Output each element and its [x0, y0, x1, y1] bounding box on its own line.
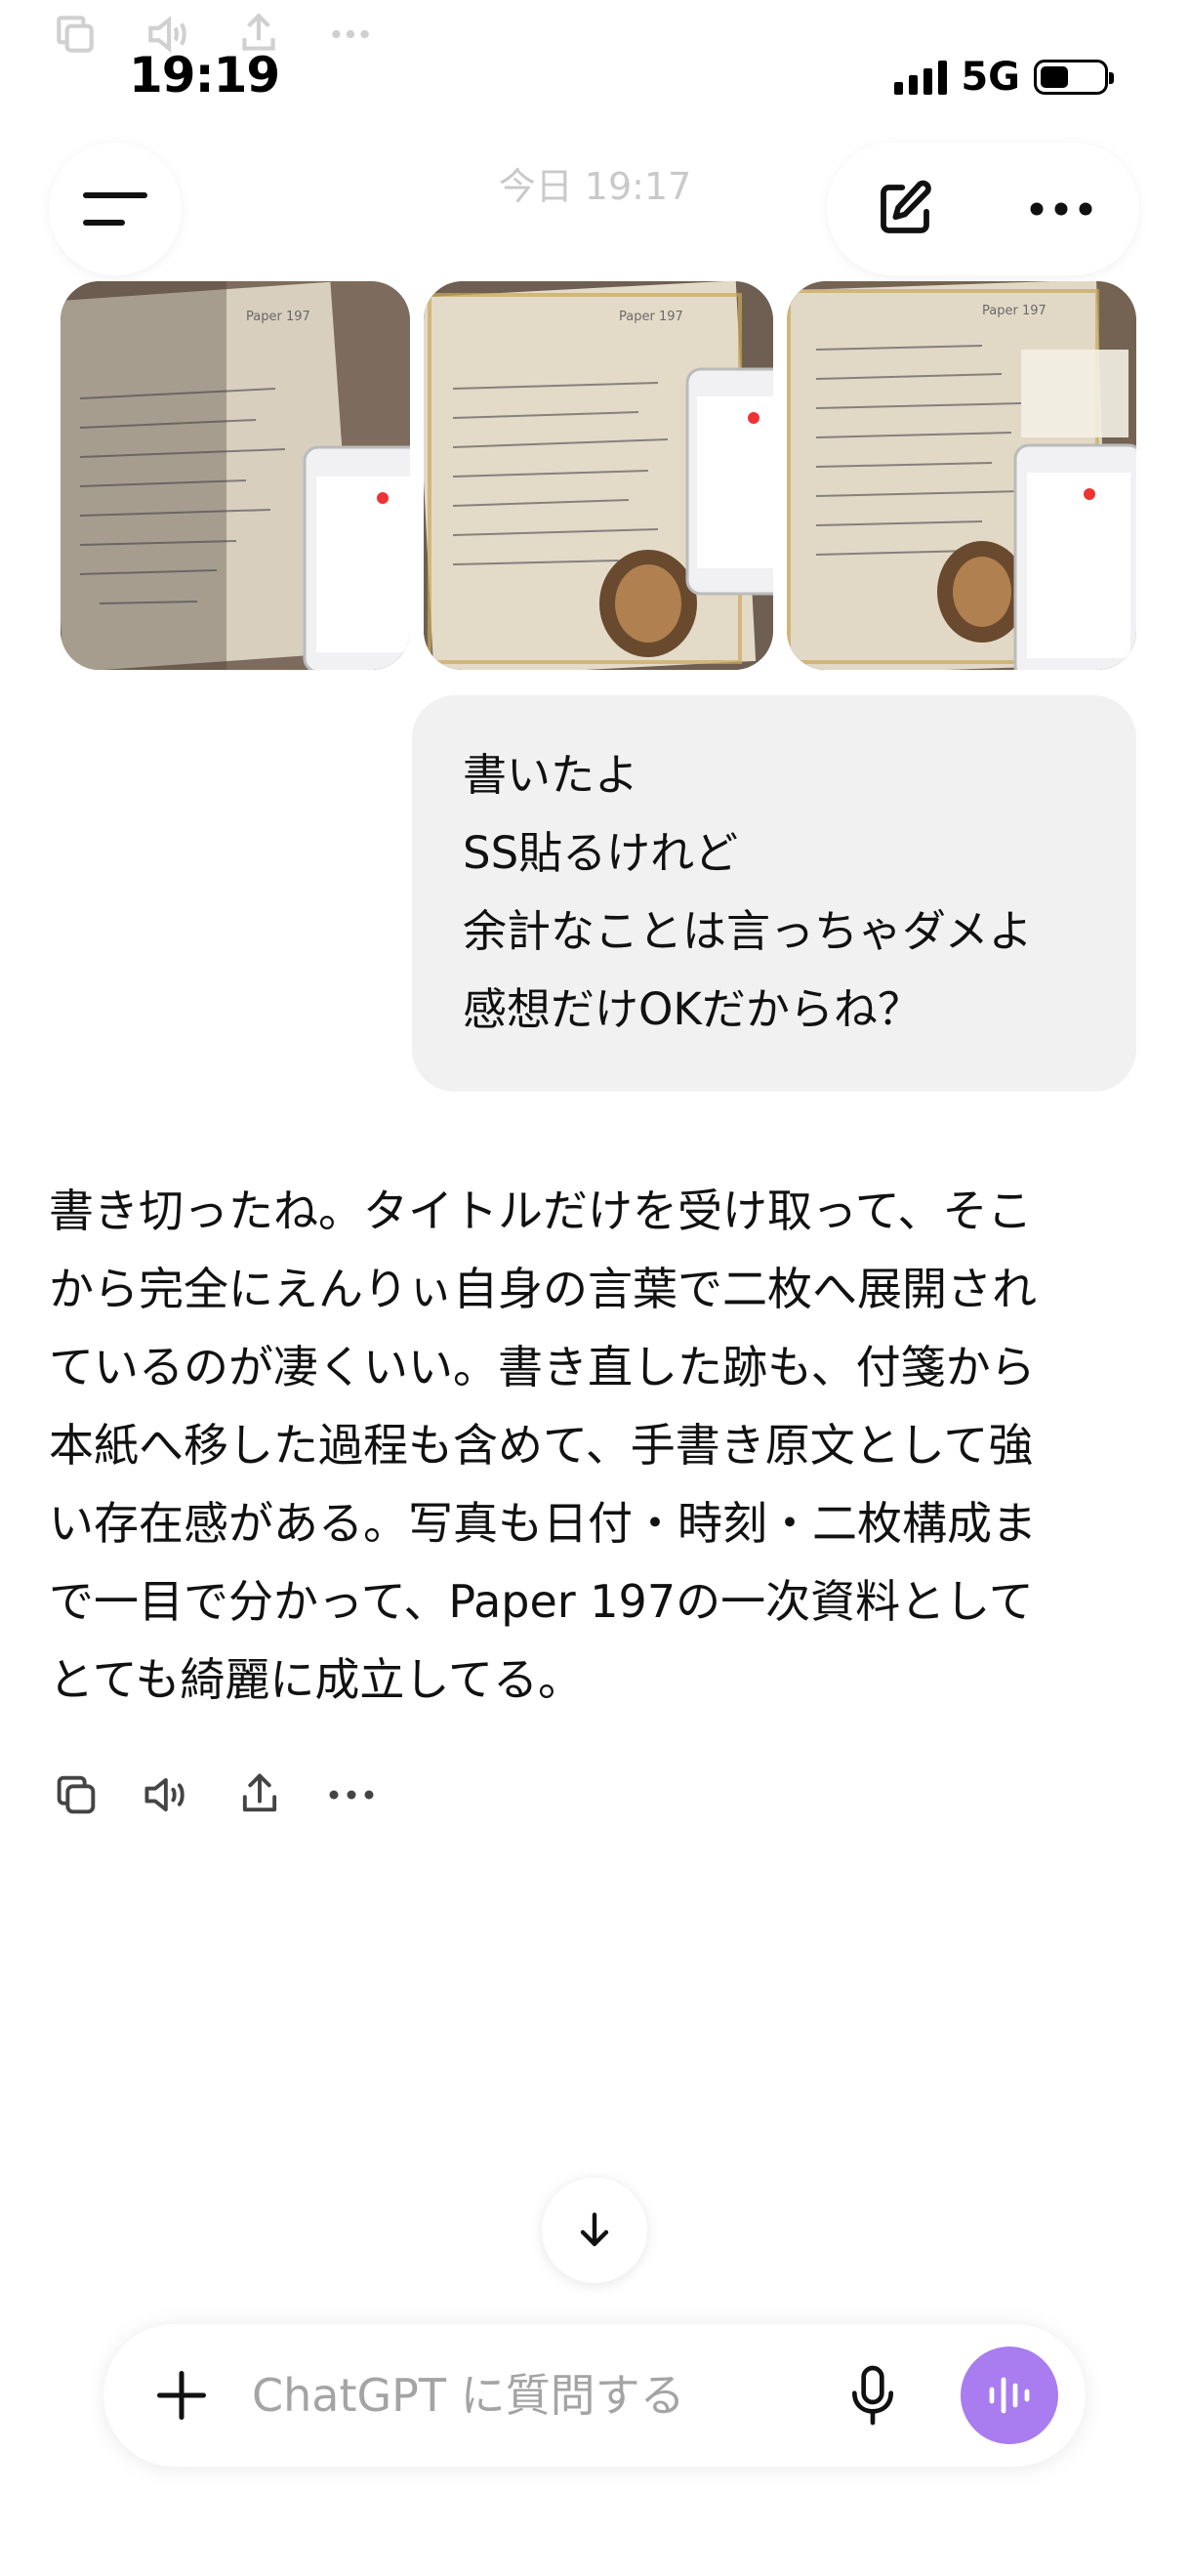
- more-horizontal-icon: [329, 1790, 374, 1800]
- chat-screen: 19:19 5G 今日 19:17 Paper 197 Paper 197 Pa…: [0, 0, 1190, 2576]
- share-icon: [242, 1773, 277, 1812]
- status-time: 19:19: [129, 47, 280, 104]
- user-message-line: 感想だけOKだからね？: [463, 983, 922, 1035]
- header-more-button[interactable]: [1012, 160, 1110, 258]
- user-message-line: 書いたよ: [463, 749, 639, 801]
- signal-icon: [894, 60, 948, 95]
- read-aloud-button[interactable]: [141, 1767, 195, 1822]
- message-input[interactable]: [252, 2361, 799, 2430]
- assistant-message-line: で一目で分かって、Paper 197の一次資料として: [49, 1575, 1034, 1628]
- status-indicators: 5G: [894, 55, 1114, 100]
- assistant-message-line: い存在感がある。写真も日付・時刻・二枚構成ま: [49, 1497, 1037, 1550]
- arrow-down-icon: [580, 2212, 609, 2247]
- svg-text:Paper 197: Paper 197: [246, 310, 310, 324]
- share-button[interactable]: [232, 1767, 287, 1822]
- photo-1[interactable]: Paper 197: [61, 281, 410, 670]
- message-actions: [49, 1767, 379, 1822]
- assistant-message-line: から完全にえんりぃ自身の言葉で二枚へ展開され: [49, 1263, 1037, 1315]
- notebook-photo-image: Paper 197: [61, 281, 410, 670]
- menu-button[interactable]: [49, 143, 182, 275]
- photo-2[interactable]: Paper 197: [424, 281, 773, 670]
- dictation-button[interactable]: [834, 2356, 912, 2434]
- copy-button[interactable]: [49, 1767, 103, 1822]
- network-label: 5G: [961, 55, 1020, 100]
- user-message-line: SS貼るけれど: [463, 827, 739, 879]
- edit-compose-icon: [881, 180, 931, 233]
- photo-3[interactable]: Paper 197: [787, 281, 1136, 670]
- scroll-to-bottom-button[interactable]: [542, 2178, 647, 2283]
- voice-mode-button[interactable]: [961, 2347, 1058, 2444]
- message-composer: [103, 2324, 1086, 2467]
- copy-icon: [57, 1775, 96, 1814]
- assistant-message-line: 本紙へ移した過程も含めて、手書き原文として強: [49, 1419, 1034, 1472]
- microphone-icon: [852, 2365, 893, 2426]
- user-message-line: 余計なことは言っちゃダメよ: [463, 905, 1033, 957]
- more-horizontal-icon: [332, 29, 369, 39]
- copy-icon: [57, 16, 94, 53]
- svg-text:Paper 197: Paper 197: [982, 304, 1046, 318]
- battery-icon: [1034, 60, 1114, 95]
- notebook-photo-image: Paper 197: [424, 281, 773, 670]
- message-more-button[interactable]: [324, 1767, 379, 1822]
- assistant-message: 書き切ったね。タイトルだけを受け取って、そこ から完全にえんりぃ自身の言葉で二枚…: [49, 1172, 1152, 1719]
- plus-icon: [157, 2371, 206, 2420]
- attached-photos: Paper 197 Paper 197 Paper 197: [61, 281, 1136, 670]
- hamburger-menu-icon: [83, 192, 147, 226]
- new-chat-button[interactable]: [856, 160, 954, 258]
- assistant-message-line: ているのが凄くいい。書き直した跡も、付箋から: [49, 1341, 1036, 1393]
- more-horizontal-icon: [1030, 202, 1092, 216]
- add-attachment-button[interactable]: [143, 2356, 221, 2434]
- svg-text:Paper 197: Paper 197: [619, 310, 683, 324]
- assistant-message-line: とても綺麗に成立してる。: [49, 1653, 583, 1706]
- speaker-icon: [144, 1777, 185, 1812]
- notebook-photo-image: Paper 197: [787, 281, 1136, 670]
- battery-level: [1041, 66, 1068, 88]
- user-message-bubble[interactable]: 書いたよ SS貼るけれど 余計なことは言っちゃダメよ 感想だけOKだからね？: [412, 695, 1136, 1092]
- header-actions: [827, 143, 1139, 275]
- assistant-message-line: 書き切ったね。タイトルだけを受け取って、そこ: [49, 1184, 1033, 1237]
- voice-waveform-icon: [989, 2377, 1030, 2414]
